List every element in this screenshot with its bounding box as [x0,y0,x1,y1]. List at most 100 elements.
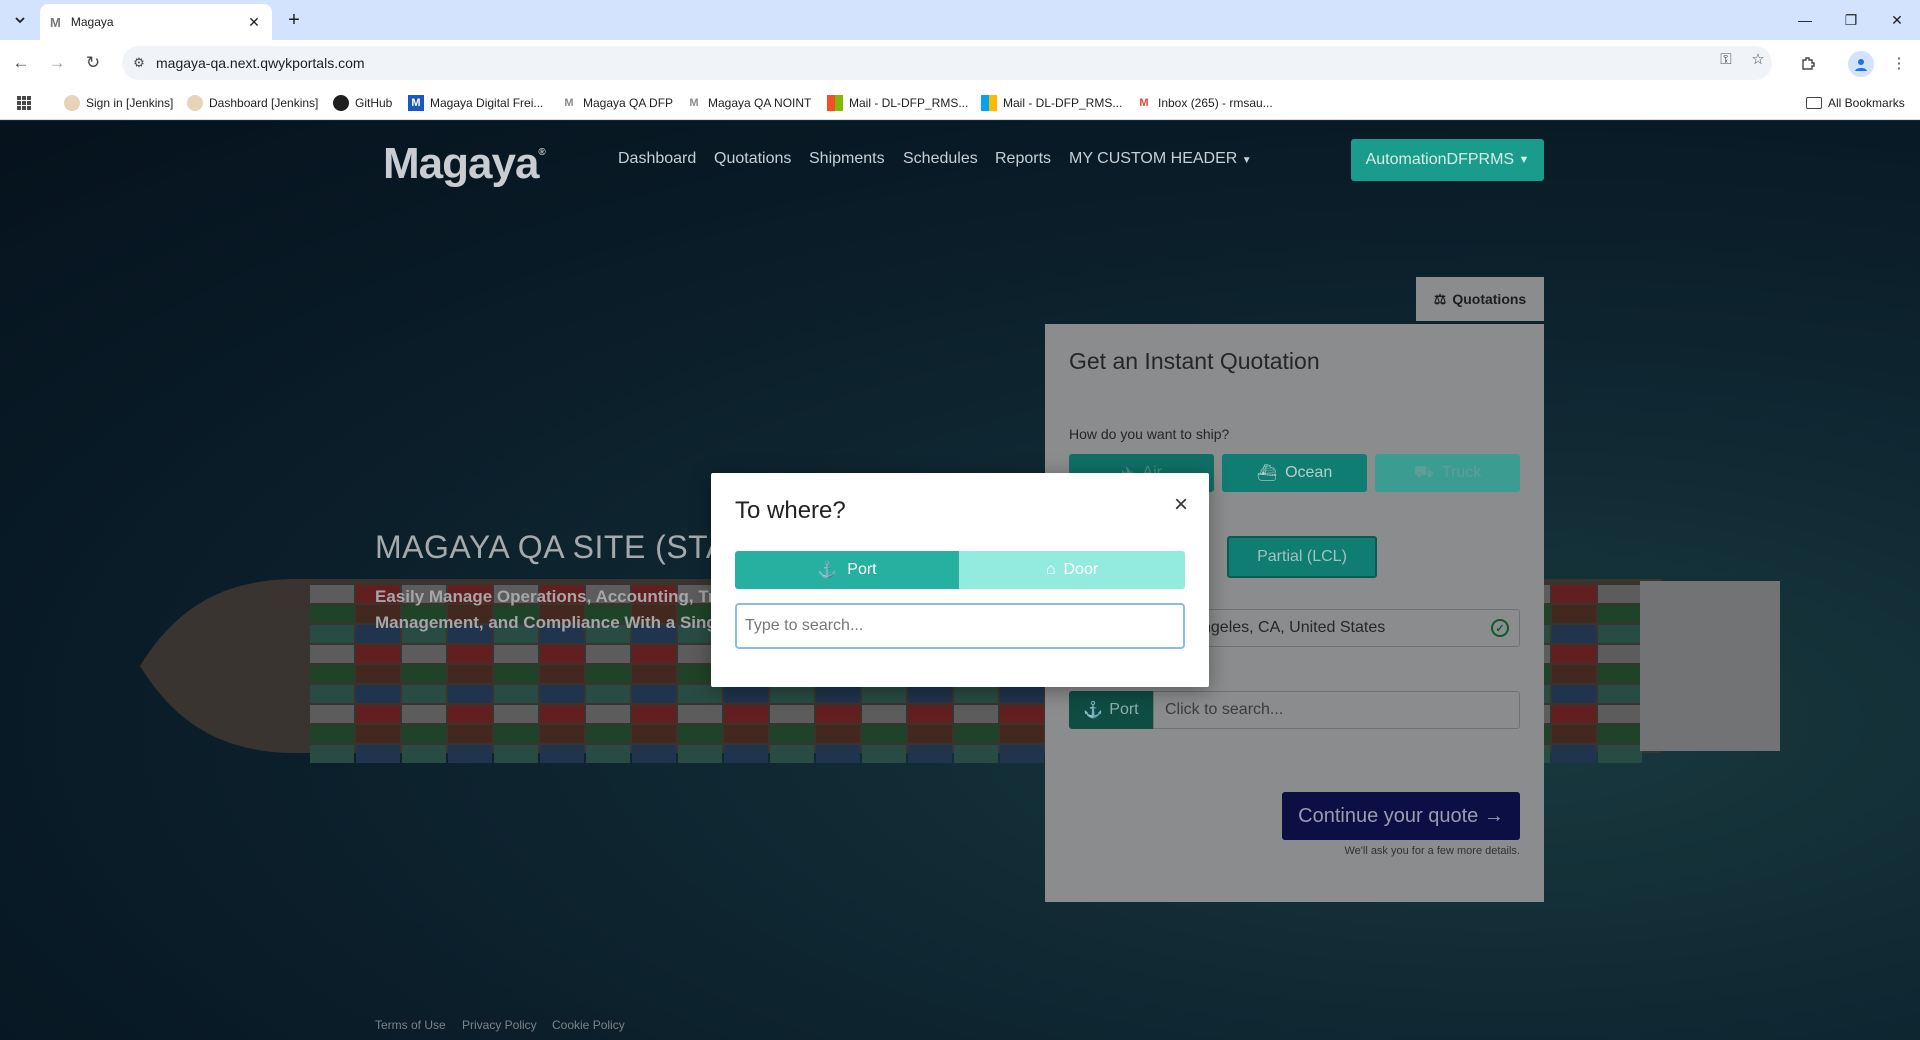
ship-icon: ⛴ [1256,465,1278,482]
to-port-toggle[interactable]: ⚓ Port [1069,691,1153,729]
nav-shipments[interactable]: Shipments [809,150,885,168]
logo-text: Magaya [383,139,539,188]
magaya-icon: M [689,97,699,109]
magaya-icon: M [564,97,574,109]
chevron-down-icon: ▼ [1518,154,1530,166]
apps-grid-icon[interactable] [16,93,32,113]
reload-button[interactable]: ↻ [80,50,106,76]
continue-quote-button[interactable]: Continue your quote → [1282,792,1520,840]
door-toggle-button[interactable]: ⌂ Door [959,551,1185,589]
back-button[interactable]: ← [8,50,34,76]
jenkins-icon [187,95,203,111]
bookmark-item[interactable]: GitHub [333,93,392,113]
destination-modal: To where? × ⚓ Port ⌂ Door [711,473,1209,687]
hero-title: MAGAYA QA SITE (STAG [375,529,754,565]
gmail-icon: M [1139,97,1149,109]
site-info-icon[interactable]: ⚙ [122,55,156,71]
browser-tab[interactable]: M Magaya ✕ [40,4,272,40]
bookmark-label: Sign in [Jenkins] [86,96,174,110]
anchor-icon: ⚓ [1083,702,1104,719]
ship-mode-label: How do you want to ship? [1069,426,1230,442]
new-tab-button[interactable]: + [282,8,306,32]
nav-reports[interactable]: Reports [995,150,1051,168]
magaya-logo[interactable]: Magaya® [383,139,546,189]
mode-ocean-button[interactable]: ⛴ Ocean [1222,454,1367,492]
to-location-input[interactable]: Click to search... [1153,691,1520,729]
bookmark-item[interactable]: M Inbox (265) - rmsau... [1136,93,1273,113]
all-bookmarks-button[interactable]: All Bookmarks [1806,93,1905,113]
mode-truck-label: Truck [1441,464,1482,481]
url-text: magaya-qa.next.qwykportals.com [156,55,365,71]
bookmark-item[interactable]: M Magaya QA NOINT [686,93,811,113]
browser-toolbar: ← → ↻ ⚙ magaya-qa.next.qwykportals.com ⚿… [0,40,1920,86]
magaya-icon: M [408,95,424,111]
bookmark-label: GitHub [355,96,393,110]
bookmark-label: Magaya QA DFP [583,96,674,110]
folder-icon [1806,97,1822,109]
quotations-tab-label: Quotations [1452,291,1527,307]
quote-icon: ⚖ [1433,290,1447,307]
arrow-right-icon: → [1483,804,1504,827]
from-location-value: ngeles, CA, United States [1202,619,1386,636]
menu-dots-icon[interactable]: ⋮ [1888,52,1910,74]
check-circle-icon: ✓ [1491,619,1509,637]
account-name: AutomationDFPRMS [1365,151,1515,168]
jenkins-icon [64,95,80,111]
destination-search-input[interactable] [735,603,1185,649]
to-port-label: Port [1109,701,1139,718]
close-window-button[interactable]: ✕ [1882,6,1912,34]
minimize-button[interactable]: — [1790,6,1820,34]
terms-link[interactable]: Terms of Use [375,1018,446,1032]
bookmarks-bar: Sign in [Jenkins] Dashboard [Jenkins] Gi… [0,86,1920,120]
tab-close-icon[interactable]: ✕ [246,14,262,30]
load-partial-button[interactable]: Partial (LCL) [1227,536,1377,578]
bookmark-label: Mail - DL-DFP_RMS... [1003,96,1123,110]
bookmark-star-icon[interactable]: ☆ [1747,48,1769,70]
microsoft-icon [981,95,997,111]
caret-down-icon: ▼ [1241,155,1252,166]
microsoft-icon [827,95,843,111]
bookmark-item[interactable]: Sign in [Jenkins] [64,93,173,113]
close-icon[interactable]: × [1171,491,1191,518]
bookmark-label: Magaya QA NOINT [708,96,812,110]
browser-tab-bar: M Magaya ✕ + — ❐ ✕ [0,0,1920,40]
extensions-puzzle-icon[interactable] [1798,52,1820,74]
github-icon [333,95,349,111]
quotation-title: Get an Instant Quotation [1069,348,1320,374]
bookmark-item[interactable]: M Magaya QA DFP [561,93,673,113]
port-toggle-label: Port [847,561,877,578]
mode-truck-button[interactable]: ⛟ Truck [1375,454,1520,492]
address-bar[interactable]: ⚙ magaya-qa.next.qwykportals.com [122,46,1772,80]
nav-custom-header-label: MY CUSTOM HEADER [1069,150,1238,167]
bookmark-label: Inbox (265) - rmsau... [1158,96,1273,110]
bookmark-item[interactable]: Mail - DL-DFP_RMS... [827,93,968,113]
profile-avatar-icon[interactable] [1848,51,1874,77]
tab-title: Magaya [70,15,114,29]
magaya-favicon-icon: M [50,14,61,30]
forward-button[interactable]: → [44,50,70,76]
continue-label: Continue your quote [1298,804,1479,827]
bookmark-item[interactable]: M Magaya Digital Frei... [408,93,543,113]
nav-dashboard[interactable]: Dashboard [618,150,696,168]
tab-search-button[interactable] [8,8,32,32]
bookmark-item[interactable]: Dashboard [Jenkins] [187,93,318,113]
anchor-icon: ⚓ [817,562,838,579]
bookmark-label: Magaya Digital Frei... [430,96,544,110]
bookmark-item[interactable]: Mail - DL-DFP_RMS... [981,93,1122,113]
quotations-tab[interactable]: ⚖ Quotations [1416,277,1544,321]
chevron-down-icon [15,17,25,24]
modal-title: To where? [735,497,846,524]
cookie-link[interactable]: Cookie Policy [552,1018,625,1032]
port-toggle-button[interactable]: ⚓ Port [735,551,959,589]
restore-button[interactable]: ❐ [1836,6,1866,34]
nav-schedules[interactable]: Schedules [903,150,978,168]
nav-custom-header[interactable]: MY CUSTOM HEADER ▼ [1069,150,1252,168]
password-key-icon[interactable]: ⚿ [1715,48,1737,70]
bookmark-label: Dashboard [Jenkins] [209,96,319,110]
nav-quotations[interactable]: Quotations [714,150,791,168]
mode-ocean-label: Ocean [1285,464,1333,481]
door-toggle-label: Door [1063,561,1099,578]
privacy-link[interactable]: Privacy Policy [462,1018,537,1032]
account-menu-button[interactable]: AutomationDFPRMS ▼ [1351,139,1544,181]
continue-note: We'll ask you for a few more details. [1344,845,1520,857]
